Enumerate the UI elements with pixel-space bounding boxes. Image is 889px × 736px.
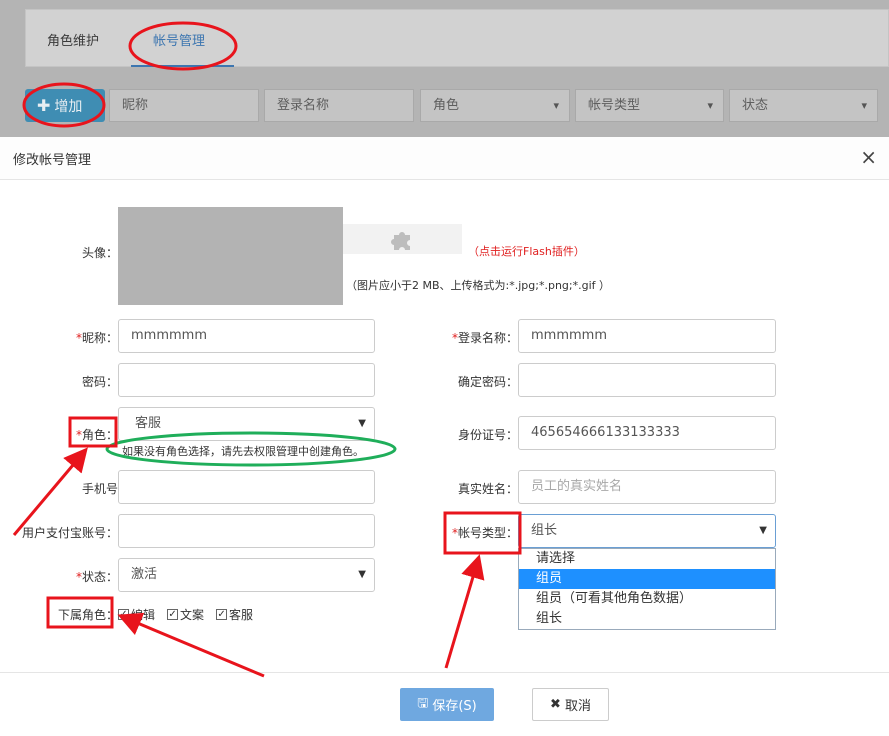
status-select[interactable]: 激活 ▼: [118, 558, 375, 592]
add-button[interactable]: ✚ 增加: [25, 89, 105, 122]
login-name-input[interactable]: mmmmmm: [518, 319, 776, 353]
cancel-button-label: 取消: [564, 699, 591, 714]
chevron-down-icon: ▼: [358, 418, 366, 429]
save-button-label: 保存(S): [432, 699, 477, 714]
id-number-input[interactable]: 465654666133133333: [518, 416, 776, 450]
phone-input[interactable]: [118, 470, 375, 504]
avatar-preview: [118, 207, 343, 305]
id-number-label: 身份证号：: [458, 428, 519, 442]
checkbox-checked-icon: ✓: [118, 609, 129, 620]
tab-account-management[interactable]: 帐号管理: [153, 30, 205, 49]
modal-footer: 🖫 保存(S) ✖ 取消: [0, 672, 889, 736]
role-select[interactable]: 客服 ▼: [118, 407, 375, 441]
nickname-label-text: 昵称：: [82, 331, 119, 345]
modal-header: 修改帐号管理 ×: [0, 137, 889, 180]
dropdown-option[interactable]: 组长: [519, 609, 775, 629]
status-filter-label: 状态: [742, 98, 769, 113]
sub-role-checkbox[interactable]: ✓ 编辑: [118, 606, 155, 623]
sub-role-label: 文案: [180, 608, 205, 622]
sub-role-checkbox[interactable]: ✓ 文案: [167, 606, 204, 623]
flash-plugin-hint[interactable]: （点击运行Flash插件）: [468, 243, 585, 259]
checkbox-checked-icon: ✓: [216, 609, 228, 620]
login-name-label: *登录名称：: [452, 329, 518, 346]
password-input[interactable]: [118, 363, 375, 397]
confirm-password-input[interactable]: [518, 363, 776, 397]
sub-role-checkbox[interactable]: ✓ 客服: [216, 606, 253, 623]
nickname-label: *昵称：: [76, 329, 118, 346]
account-type-select[interactable]: 组长 ▼: [518, 514, 776, 548]
tab-bar: 角色维护 帐号管理: [25, 9, 889, 67]
alipay-label: 用户支付宝账号：: [22, 526, 119, 540]
alipay-input[interactable]: [118, 514, 375, 548]
close-icon[interactable]: ×: [860, 147, 877, 167]
real-name-label: 真实姓名：: [458, 482, 519, 496]
dropdown-option-highlighted[interactable]: 组员: [519, 569, 775, 589]
save-button[interactable]: 🖫 保存(S): [400, 688, 494, 721]
sub-role-label: 客服: [229, 608, 254, 622]
chevron-down-icon: ▼: [358, 569, 366, 580]
sub-roles-checkboxes: ✓ 编辑 ✓ 文案 ✓ 客服: [118, 606, 253, 623]
background-page: 角色维护 帐号管理 ✚ 增加 昵称 登录名称 角色 帐号类型 状态: [0, 0, 889, 137]
status-filter-select[interactable]: 状态: [729, 89, 878, 122]
password-label: 密码：: [82, 375, 119, 389]
sub-role-label: 编辑: [131, 608, 156, 622]
account-type-filter-label: 帐号类型: [588, 98, 641, 113]
role-label-text: 角色：: [82, 428, 119, 442]
account-type-dropdown-list: 请选择 组员 组员（可看其他角色数据） 组长: [518, 548, 776, 630]
role-filter-select[interactable]: 角色: [420, 89, 570, 122]
plus-icon: ✚: [37, 96, 51, 115]
checkbox-checked-icon: ✓: [167, 609, 179, 620]
status-select-value: 激活: [131, 567, 158, 582]
sub-roles-label: 下属角色：: [58, 608, 119, 622]
role-filter-label: 角色: [433, 98, 460, 113]
upload-format-hint: （图片应小于2 MB、上传格式为:*.jpg;*.png;*.gif ）: [346, 279, 611, 292]
status-label: *状态：: [76, 568, 118, 585]
role-select-value: 客服: [135, 416, 162, 431]
chevron-down-icon: ▼: [759, 525, 767, 536]
add-button-label: 增加: [54, 98, 83, 115]
account-type-label-text: 帐号类型：: [458, 526, 519, 540]
flash-plugin-placeholder[interactable]: [343, 224, 462, 254]
nickname-input[interactable]: mmmmmm: [118, 319, 375, 353]
dropdown-option[interactable]: 请选择: [519, 549, 775, 569]
real-name-input[interactable]: 员工的真实姓名: [518, 470, 776, 504]
cancel-button[interactable]: ✖ 取消: [532, 688, 609, 721]
account-type-select-value: 组长: [531, 523, 558, 538]
puzzle-icon: [390, 232, 410, 250]
tab-role-maintenance[interactable]: 角色维护: [47, 30, 99, 49]
nickname-filter-input[interactable]: 昵称: [109, 89, 259, 122]
edit-account-modal: 修改帐号管理 × 头像： （点击运行Flash插件） （图片应小于2 MB、上传…: [0, 137, 889, 736]
dropdown-option[interactable]: 组员（可看其他角色数据）: [519, 589, 775, 609]
role-hint: 如果没有角色选择，请先去权限管理中创建角色。: [122, 445, 364, 458]
login-name-filter-input[interactable]: 登录名称: [264, 89, 414, 122]
role-label: *角色：: [76, 426, 118, 443]
save-icon: 🖫: [417, 695, 429, 711]
account-type-filter-select[interactable]: 帐号类型: [575, 89, 724, 122]
confirm-password-label: 确定密码：: [458, 375, 519, 389]
modal-title: 修改帐号管理: [13, 153, 92, 168]
account-type-label: *帐号类型：: [452, 524, 518, 541]
close-icon: ✖: [550, 697, 561, 712]
login-name-label-text: 登录名称：: [458, 331, 519, 345]
active-tab-indicator: [131, 65, 234, 67]
status-label-text: 状态：: [82, 570, 119, 584]
avatar-label: 头像：: [82, 246, 119, 260]
